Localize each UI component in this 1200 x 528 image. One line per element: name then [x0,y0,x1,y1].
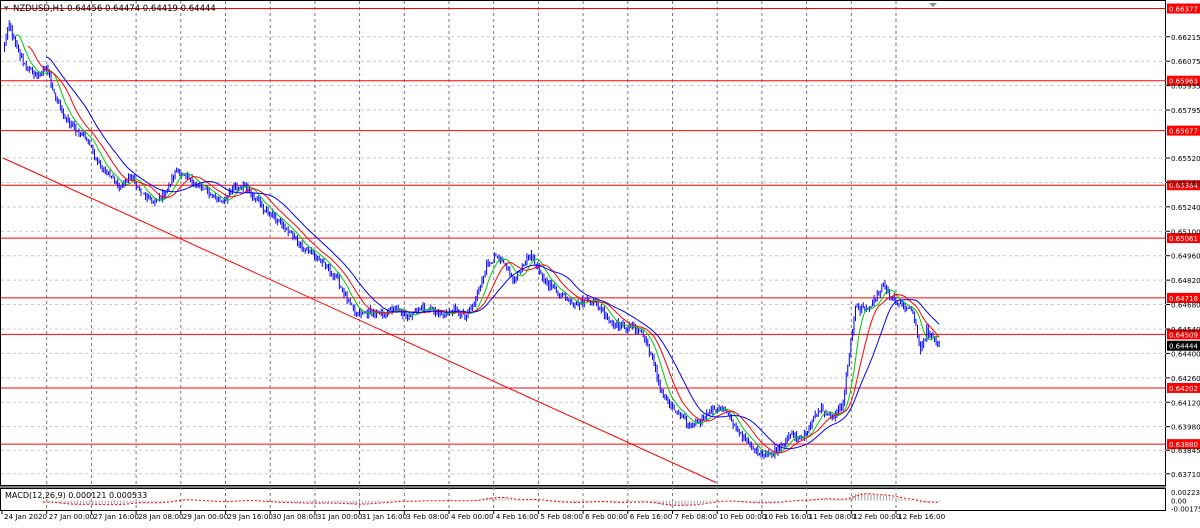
macd-histogram [42,492,940,506]
time-tick-label: 24 Jan 2020 [4,512,48,521]
macd-tick-label: 0.002239 [1171,489,1200,497]
price-tick-label: 0.64540 [1171,325,1200,334]
time-tick-label: 6 Feb 16:00 [630,512,673,521]
price-tick-label: 0.65240 [1171,203,1200,212]
price-tick-label: 0.66075 [1171,57,1200,66]
price-tick-label: 0.63845 [1171,446,1200,455]
macd-axis: 0.0022390.00-0.001752 [1171,489,1200,513]
price-tick-label: 0.64960 [1171,252,1200,261]
time-tick-label: 12 Feb 16:00 [898,512,946,521]
macd-tick-label: -0.001752 [1171,505,1200,513]
price-tick-label: 0.64400 [1171,349,1200,358]
time-tick-label: 31 Jan 16:00 [362,512,408,521]
chart-shift-marker-icon[interactable] [929,3,937,7]
price-tick-label: 0.66215 [1171,33,1200,42]
price-axis: 0.66215 0.66075 0.65935 0.65795 0.65520 0.653… [1166,33,1200,479]
time-tick-label: 12 Feb 00:00 [853,512,901,521]
moving-average-line [27,45,940,454]
level-price-label: 0.66377 [1169,6,1198,14]
time-tick-label: 3 Feb 08:00 [406,512,449,521]
time-tick-label: 4 Feb 16:00 [496,512,539,521]
level-price-label: 0.64202 [1169,385,1198,393]
price-tick-label: 0.64680 [1171,301,1200,310]
time-tick-label: 11 Feb 08:00 [809,512,857,521]
time-tick-label: 10 Feb 00:00 [719,512,767,521]
symbol-title-icon: ▾ [4,4,9,14]
time-tick-label: 27 Jan 00:00 [49,512,95,521]
time-axis: 24 Jan 2020 27 Jan 00:00 27 Jan 16:00 28 Ja… [1,510,946,521]
time-tick-label: 29 Jan 16:00 [228,512,274,521]
price-tick-label: 0.65520 [1171,154,1200,163]
macd-label: MACD(12,26,9) 0.000121 0.000533 [5,491,147,500]
time-tick-label: 27 Jan 16:00 [93,512,139,521]
time-tick-label: 10 Feb 16:00 [764,512,812,521]
time-tick-label: 29 Jan 00:00 [183,512,229,521]
price-tick-label: 0.65935 [1171,82,1200,91]
macd-tick-label: 0.00 [1171,498,1187,506]
level-price-label: 0.65677 [1169,128,1198,136]
time-tick-label: 6 Feb 00:00 [585,512,628,521]
price-tick-label: 0.65795 [1171,106,1200,115]
chart-svg: 0.663770.659630.656770.653640.650610.647… [0,0,1200,521]
moving-average-line [15,34,940,455]
time-tick-label: 28 Jan 08:00 [138,512,184,521]
price-tick-label: 0.65100 [1171,227,1200,236]
chart-window: 0.66377 0.65963 0.65677 0.65364 0.65061 0.647… [0,0,1200,524]
time-tick-label: 5 Feb 08:00 [540,512,583,521]
time-tick-label: 4 Feb 00:00 [451,512,494,521]
macd-signal-line [43,493,940,506]
time-tick-label: 30 Jan 08:00 [272,512,318,521]
chart-title: NZDUSD,H1 0.64456 0.64474 0.64419 0.6444… [13,4,216,14]
grid [1,1,1166,510]
time-tick-label: 31 Jan 00:00 [317,512,363,521]
moving-averages [15,34,940,455]
price-tick-label: 0.64820 [1171,276,1200,285]
price-tick-label: 0.63980 [1171,423,1200,432]
price-tick-label: 0.63710 [1171,470,1200,479]
price-tick-label: 0.65380 [1171,178,1200,187]
time-tick-label: 7 Feb 08:00 [675,512,718,521]
horizontal-levels: 0.663770.659630.656770.653640.650610.647… [1,3,1200,450]
price-tick-label: 0.64120 [1171,398,1200,407]
price-tick-label: 0.64260 [1171,374,1200,383]
